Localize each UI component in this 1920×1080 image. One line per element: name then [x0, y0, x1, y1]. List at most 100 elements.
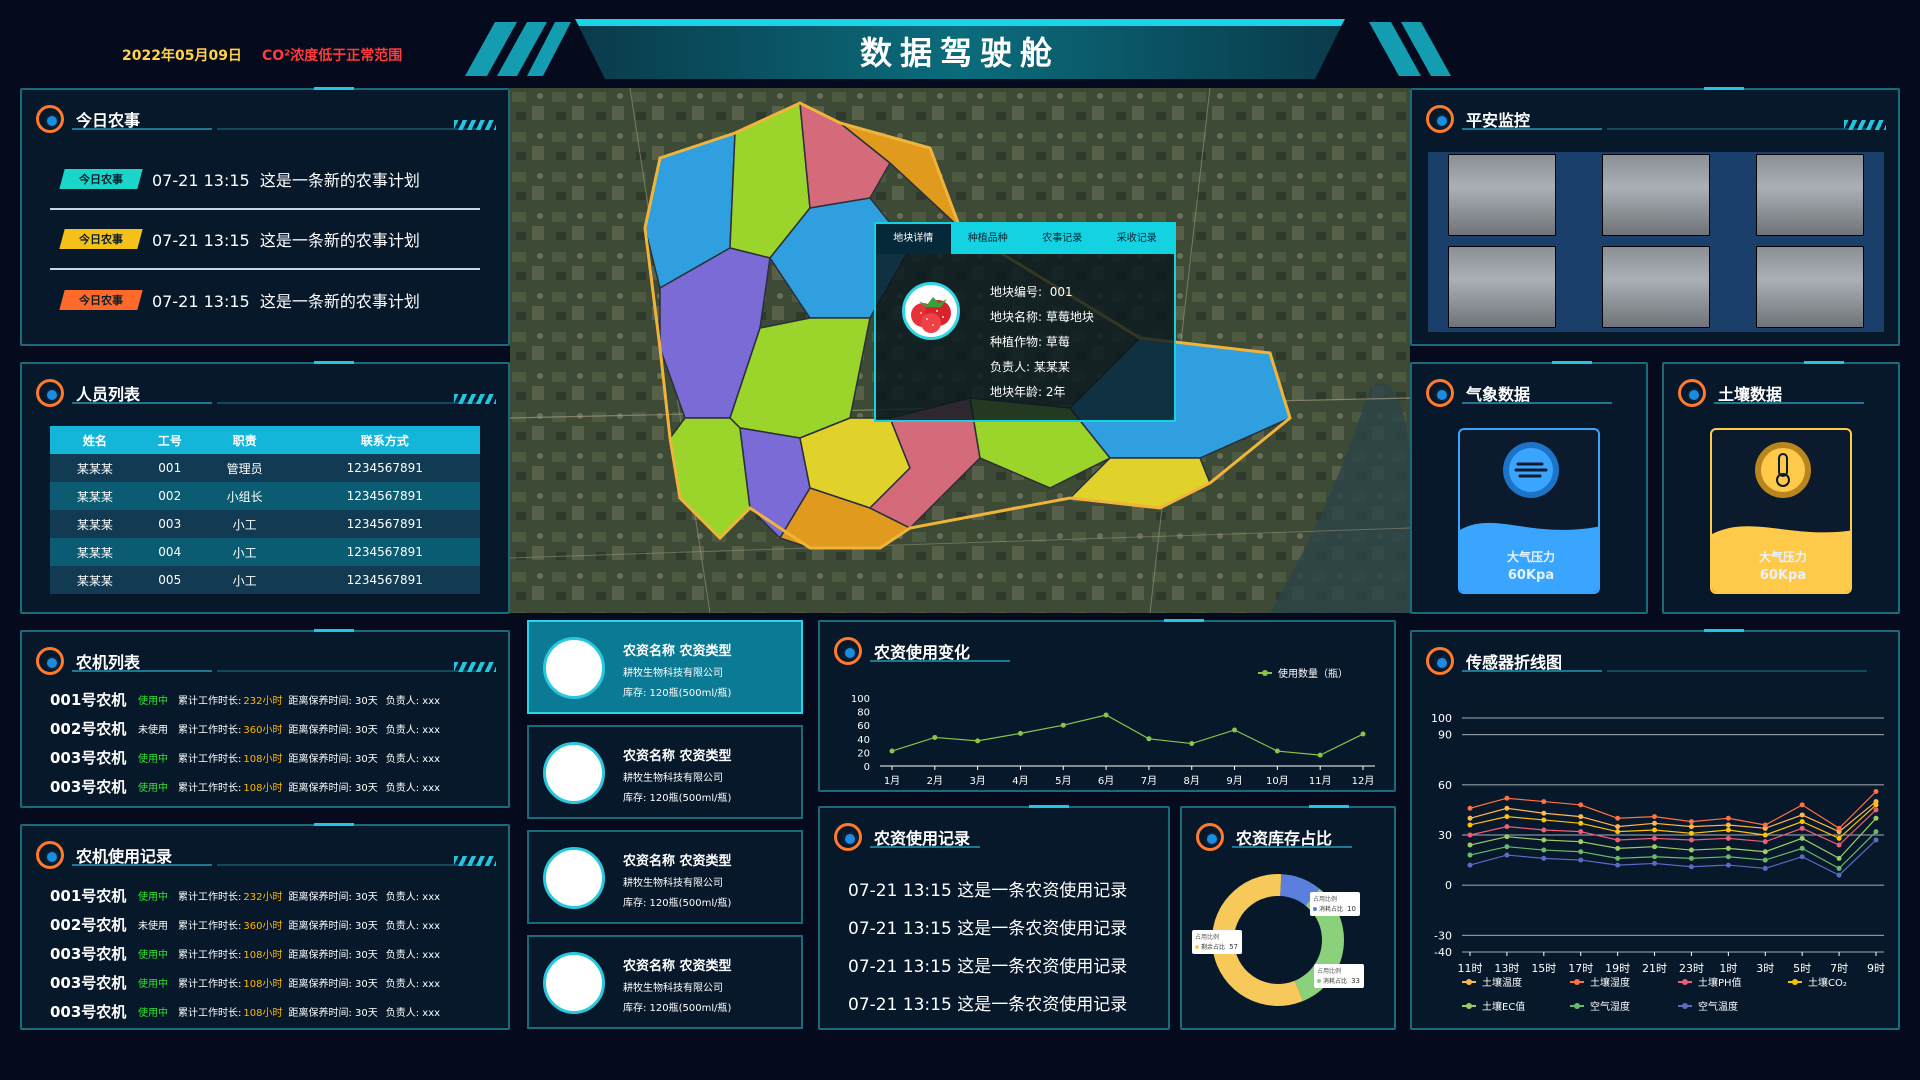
x-tick-label: 11月 [1309, 775, 1332, 787]
chevrons-icon [454, 120, 496, 130]
data-point [1725, 835, 1731, 841]
farm-tag: 今日农事 [79, 233, 123, 246]
x-tick-label: 5时 [1793, 962, 1811, 975]
cell: 某某某 [50, 482, 140, 510]
table-row[interactable]: 某某某 005 小工 1234567891 [50, 566, 480, 594]
data-point [1360, 731, 1366, 737]
data-point [1467, 815, 1473, 821]
panel-sensor: 传感器折线图 100 90 60 30 0 -30 -40 11时 13时 15时 17时 19时 21… [1410, 629, 1900, 1030]
machine-row[interactable]: 003号农机 使用中 累计工作时长: 108小时 距离保养时间: 30天 负责人: xxx [50, 1000, 440, 1022]
data-point [1541, 817, 1547, 823]
col-header: 姓名 [50, 426, 140, 454]
plot-age: 2年 [1045, 385, 1066, 399]
data-point [1725, 862, 1731, 868]
machine-row[interactable]: 001号农机 使用中 累计工作时长: 232小时 距离保养时间: 30天 负责人: xxx [50, 884, 440, 906]
weather-card[interactable]: 大气压力 60Kpa [1458, 428, 1600, 594]
agri-record[interactable]: 07-21 13:15 这是一条农资使用记录 [848, 990, 1127, 1015]
camera-feed[interactable] [1448, 154, 1556, 236]
agri-record[interactable]: 07-21 13:15 这是一条农资使用记录 [848, 876, 1127, 901]
agri-record[interactable]: 07-21 13:15 这是一条农资使用记录 [848, 952, 1127, 977]
agri-stock: 库存: 120瓶(500ml/瓶) [623, 688, 732, 699]
work-hours: 232小时 [243, 891, 283, 903]
tab-varieties[interactable]: 种植品种 [951, 224, 1026, 254]
tooltip-title: 占用比例 [1195, 933, 1219, 941]
agri-item[interactable]: 农资名称 农资类型 耕牧生物科技有限公司 库存: 120瓶(500ml/瓶) [527, 620, 803, 714]
cell: 003 [139, 510, 200, 538]
camera-feed[interactable] [1602, 154, 1710, 236]
machine-row[interactable]: 002号农机 未使用 累计工作时长: 360小时 距离保养时间: 30天 负责人: xxx [50, 717, 440, 739]
machine-status: 使用中 [138, 753, 168, 765]
agri-item[interactable]: 农资名称 农资类型 耕牧生物科技有限公司 库存: 120瓶(500ml/瓶) [527, 935, 803, 1029]
farm-plan-row[interactable]: 今日农事 07-21 13:15 这是一条新的农事计划 [50, 150, 480, 210]
machine-row[interactable]: 003号农机 使用中 累计工作时长: 108小时 距离保养时间: 30天 负责人: xxx [50, 942, 440, 964]
table-row[interactable]: 某某某 001 管理员 1234567891 [50, 454, 480, 482]
data-point [1060, 722, 1066, 728]
data-point [889, 748, 895, 754]
data-point [1762, 857, 1768, 863]
camera-feed[interactable] [1756, 154, 1864, 236]
tab-farm-records[interactable]: 农事记录 [1025, 224, 1100, 254]
machine-name: 001号农机 [50, 886, 127, 905]
series-line [1469, 804, 1877, 840]
agri-company: 耕牧生物科技有限公司 [623, 773, 723, 784]
camera-feed[interactable] [1602, 246, 1710, 328]
data-point [1725, 845, 1731, 851]
legend-marker [1466, 1003, 1472, 1009]
crop: 草莓 [1045, 335, 1070, 349]
table-row[interactable]: 某某某 004 小工 1234567891 [50, 538, 480, 566]
data-point [1873, 789, 1879, 795]
legend-label: 空气温度 [1698, 1000, 1738, 1013]
agri-company: 耕牧生物科技有限公司 [623, 668, 723, 679]
data-point [1725, 854, 1731, 860]
machine-row[interactable]: 003号农机 使用中 累计工作时长: 108小时 距离保养时间: 30天 负责人: xxx [50, 971, 440, 993]
x-tick-label: 17时 [1568, 962, 1593, 975]
cell: 某某某 [50, 510, 140, 538]
data-point [1017, 730, 1023, 736]
machine-name: 002号农机 [50, 719, 127, 738]
panel-soil: 土壤数据 大气压力 60Kpa [1662, 361, 1900, 614]
plot-name: 草莓地块 [1045, 310, 1094, 324]
agri-item[interactable]: 农资名称 农资类型 耕牧生物科技有限公司 库存: 120瓶(500ml/瓶) [527, 830, 803, 924]
agri-record[interactable]: 07-21 13:15 这是一条农资使用记录 [848, 914, 1127, 939]
data-point [1873, 837, 1879, 843]
machine-row[interactable]: 003号农机 使用中 累计工作时长: 108小时 距离保养时间: 30天 负责人: xxx [50, 775, 440, 797]
x-tick-label: 11时 [1458, 962, 1483, 975]
col-header: 工号 [139, 426, 200, 454]
farm-text: 这是一条新的农事计划 [259, 231, 420, 250]
soil-card[interactable]: 大气压力 60Kpa [1710, 428, 1852, 594]
camera-feed[interactable] [1756, 246, 1864, 328]
owner: 负责人: xxx [385, 949, 441, 961]
tab-harvest-records[interactable]: 采收记录 [1100, 224, 1175, 254]
camera-feed[interactable] [1448, 246, 1556, 328]
tab-plot-details[interactable]: 地块详情 [876, 224, 951, 254]
legend-label: 土壤CO₂ [1808, 976, 1847, 989]
farm-tag: 今日农事 [79, 173, 123, 186]
agri-company: 耕牧生物科技有限公司 [623, 878, 723, 889]
machine-row[interactable]: 003号农机 使用中 累计工作时长: 108小时 距离保养时间: 30天 负责人: xxx [50, 746, 440, 768]
maintenance-time: 距离保养时间: 30天 [288, 724, 378, 736]
data-point [1762, 839, 1768, 845]
machine-row[interactable]: 001号农机 使用中 累计工作时长: 232小时 距离保养时间: 30天 负责人: xxx [50, 688, 440, 710]
tooltip-value: 33 [1351, 977, 1360, 985]
farm-plan-row[interactable]: 今日农事 07-21 13:15 这是一条新的农事计划 [50, 270, 480, 330]
agri-name-type: 农资名称 农资类型 [623, 959, 732, 974]
maintenance-time: 距离保养时间: 30天 [288, 1007, 378, 1019]
machine-row[interactable]: 002号农机 未使用 累计工作时长: 360小时 距离保养时间: 30天 负责人: xxx [50, 913, 440, 935]
data-point [1578, 839, 1584, 845]
agri-item[interactable]: 农资名称 农资类型 耕牧生物科技有限公司 库存: 120瓶(500ml/瓶) [527, 725, 803, 819]
farm-plan-row[interactable]: 今日农事 07-21 13:15 这是一条新的农事计划 [50, 210, 480, 270]
y-tick-label: 100 [851, 694, 870, 705]
data-point [1615, 862, 1621, 868]
work-hours-label: 累计工作时长: [178, 891, 242, 903]
table-row[interactable]: 某某某 003 小工 1234567891 [50, 510, 480, 538]
data-point [1467, 852, 1473, 858]
camera-grid[interactable] [1428, 152, 1884, 332]
data-point [1688, 824, 1694, 830]
panel-stock-ratio: 农资库存占比 占用比例 消耗占比 10 占用比例 剩余占比 57 占用比例 消耗占比 33 [1180, 805, 1396, 1030]
data-point [1688, 830, 1694, 836]
x-tick-label: 3月 [969, 775, 985, 787]
panel-icon [36, 647, 64, 675]
work-hours-label: 累计工作时长: [178, 978, 242, 990]
tooltip-value: 10 [1347, 905, 1356, 913]
table-row[interactable]: 某某某 002 小组长 1234567891 [50, 482, 480, 510]
